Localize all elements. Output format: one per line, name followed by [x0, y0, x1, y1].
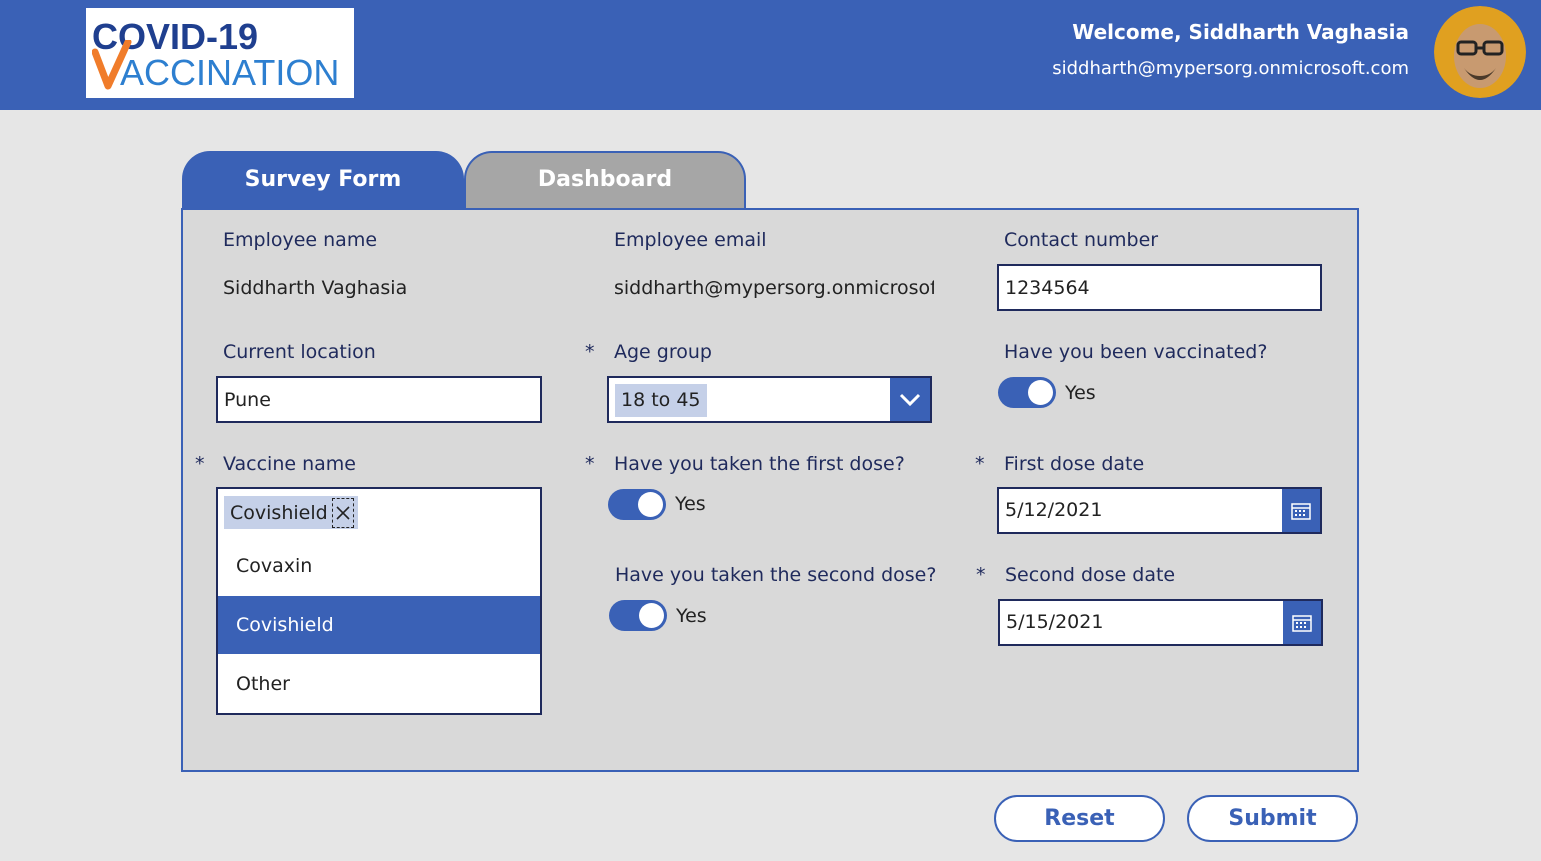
calendar-icon[interactable] [1283, 601, 1321, 644]
vaccine-name-combobox[interactable]: Covishield Covaxin Covishield Other [216, 487, 542, 715]
first-dose-label: Have you taken the first dose? [614, 453, 905, 475]
user-email: siddharth@mypersorg.onmicrosoft.com [1052, 58, 1409, 79]
employee-email-label: Employee email [614, 229, 767, 251]
vaccine-name-label: Vaccine name [223, 453, 356, 475]
contact-number-label: Contact number [1004, 229, 1159, 251]
vaccinated-label: Have you been vaccinated? [1004, 341, 1268, 363]
required-marker: * [585, 453, 595, 475]
tab-dashboard[interactable]: Dashboard [464, 151, 746, 209]
welcome-text: Welcome, Siddharth Vaghasia [1072, 20, 1409, 44]
chevron-down-icon[interactable] [890, 378, 930, 421]
first-dose-toggle-label: Yes [675, 493, 706, 515]
first-dose-date-label: First dose date [1004, 453, 1145, 475]
close-icon[interactable] [331, 497, 354, 528]
required-marker: * [585, 341, 595, 363]
app-header: COVID-19 ACCINATION Welcome, Siddharth V… [0, 0, 1541, 110]
required-marker: * [976, 564, 986, 586]
required-marker: * [195, 453, 205, 475]
contact-number-input[interactable]: 1234564 [997, 264, 1322, 311]
age-group-label: Age group [614, 341, 712, 363]
second-dose-toggle-label: Yes [676, 605, 707, 627]
tab-survey-form[interactable]: Survey Form [182, 151, 464, 209]
avatar[interactable] [1434, 6, 1526, 98]
first-dose-toggle[interactable] [608, 489, 666, 520]
age-group-selected: 18 to 45 [615, 384, 707, 417]
user-avatar-icon [1434, 6, 1526, 98]
second-dose-date-picker[interactable]: 5/15/2021 [998, 599, 1323, 646]
vaccine-chip-label: Covishield [230, 501, 328, 524]
vaccine-option-other[interactable]: Other [218, 655, 540, 713]
employee-email-value: siddharth@mypersorg.onmicrosof [614, 277, 934, 299]
second-dose-toggle[interactable] [609, 600, 667, 631]
logo-text-line2: ACCINATION [120, 52, 340, 93]
reset-button[interactable]: Reset [994, 795, 1165, 842]
current-location-input[interactable]: Pune [216, 376, 542, 423]
second-dose-date-value: 5/15/2021 [1006, 611, 1104, 633]
second-dose-date-label: Second dose date [1005, 564, 1176, 586]
required-marker: * [975, 453, 985, 475]
first-dose-date-value: 5/12/2021 [1005, 499, 1103, 521]
covid-vaccination-logo: COVID-19 ACCINATION [86, 8, 354, 98]
current-location-label: Current location [223, 341, 376, 363]
employee-name-label: Employee name [223, 229, 378, 251]
vaccine-option-covishield[interactable]: Covishield [218, 596, 540, 654]
calendar-icon[interactable] [1282, 489, 1320, 532]
second-dose-label: Have you taken the second dose? [615, 564, 937, 586]
vaccinated-toggle-label: Yes [1065, 382, 1096, 404]
first-dose-date-picker[interactable]: 5/12/2021 [997, 487, 1322, 534]
age-group-dropdown[interactable]: 18 to 45 [607, 376, 932, 423]
vaccine-selected-chip: Covishield [224, 496, 358, 529]
employee-name-value: Siddharth Vaghasia [223, 277, 408, 299]
vaccinated-toggle[interactable] [998, 377, 1056, 408]
submit-button[interactable]: Submit [1187, 795, 1358, 842]
vaccine-option-covaxin[interactable]: Covaxin [218, 537, 540, 595]
